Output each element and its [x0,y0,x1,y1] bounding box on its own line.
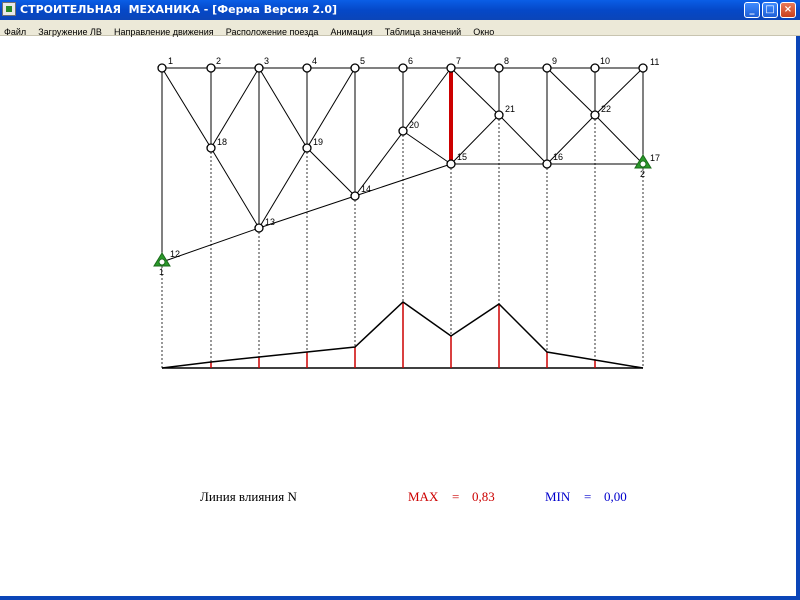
label-support-1: 1 [159,267,164,277]
label-node-11: 11 [650,57,659,67]
node-1[interactable] [157,63,167,73]
label-node-3: 3 [264,56,269,66]
influence-line [161,301,644,369]
label-node-14: 14 [361,184,371,194]
truss-members [161,67,644,263]
min-label: MIN [545,489,571,504]
label-node-21: 21 [505,104,515,114]
minimize-button[interactable]: _ [744,2,760,18]
node-19[interactable] [302,143,312,153]
node-5[interactable] [350,63,360,73]
window-border-bottom [0,596,800,600]
node-6[interactable] [398,63,408,73]
label-node-1: 1 [168,56,173,66]
node-13[interactable] [254,223,264,233]
label-node-8: 8 [504,56,509,66]
label-node-13: 13 [265,217,275,227]
max-label: MAX [408,489,439,504]
node-labels: 1 2 3 4 5 6 7 8 9 10 11 12 13 14 15 16 1… [159,56,660,277]
min-value: 0,00 [604,489,627,504]
node-22[interactable] [590,110,600,120]
max-equals: = [452,489,459,504]
title-bar: СТРОИТЕЛЬНАЯ МЕХАНИКА - [Ферма Версия 2.… [0,0,800,20]
influence-label: Линия влияния N [200,489,297,504]
min-equals: = [584,489,591,504]
node-21[interactable] [494,110,504,120]
node-2[interactable] [206,63,216,73]
label-node-12: 12 [170,249,180,259]
app-icon[interactable] [2,2,16,16]
window-title: СТРОИТЕЛЬНАЯ МЕХАНИКА - [Ферма Версия 2.… [20,3,338,16]
support-right [634,154,652,169]
influence-ordinates [210,302,596,368]
label-node-9: 9 [552,56,557,66]
node-4[interactable] [302,63,312,73]
node-10[interactable] [590,63,600,73]
close-button[interactable]: × [780,2,796,18]
window-border-right [796,36,800,596]
node-14[interactable] [350,191,360,201]
max-value: 0,83 [472,489,495,504]
node-7[interactable] [446,63,456,73]
label-node-20: 20 [409,120,419,130]
drawing-canvas: 1 2 3 4 5 6 7 8 9 10 11 12 13 14 15 16 1… [0,36,800,596]
label-node-5: 5 [360,56,365,66]
truss-drawing: 1 2 3 4 5 6 7 8 9 10 11 12 13 14 15 16 1… [153,56,660,504]
label-node-2: 2 [216,56,221,66]
label-support-2: 2 [640,169,645,179]
node-3[interactable] [254,63,264,73]
node-20[interactable] [398,126,408,136]
label-node-7: 7 [456,56,461,66]
label-node-15: 15 [457,152,467,162]
node-16[interactable] [542,159,552,169]
support-left [153,252,171,267]
label-node-16: 16 [553,152,563,162]
label-node-6: 6 [408,56,413,66]
maximize-button[interactable]: □ [762,2,778,18]
label-node-4: 4 [312,56,317,66]
label-node-18: 18 [217,137,227,147]
node-15[interactable] [446,159,456,169]
label-node-19: 19 [313,137,323,147]
label-node-17: 17 [650,153,660,163]
node-9[interactable] [542,63,552,73]
label-node-10: 10 [600,56,610,66]
label-node-22: 22 [601,104,611,114]
menu-bar: Файл Загружение ЛВ Направление движения … [0,20,800,37]
node-11[interactable] [638,63,648,73]
node-8[interactable] [494,63,504,73]
node-18[interactable] [206,143,216,153]
